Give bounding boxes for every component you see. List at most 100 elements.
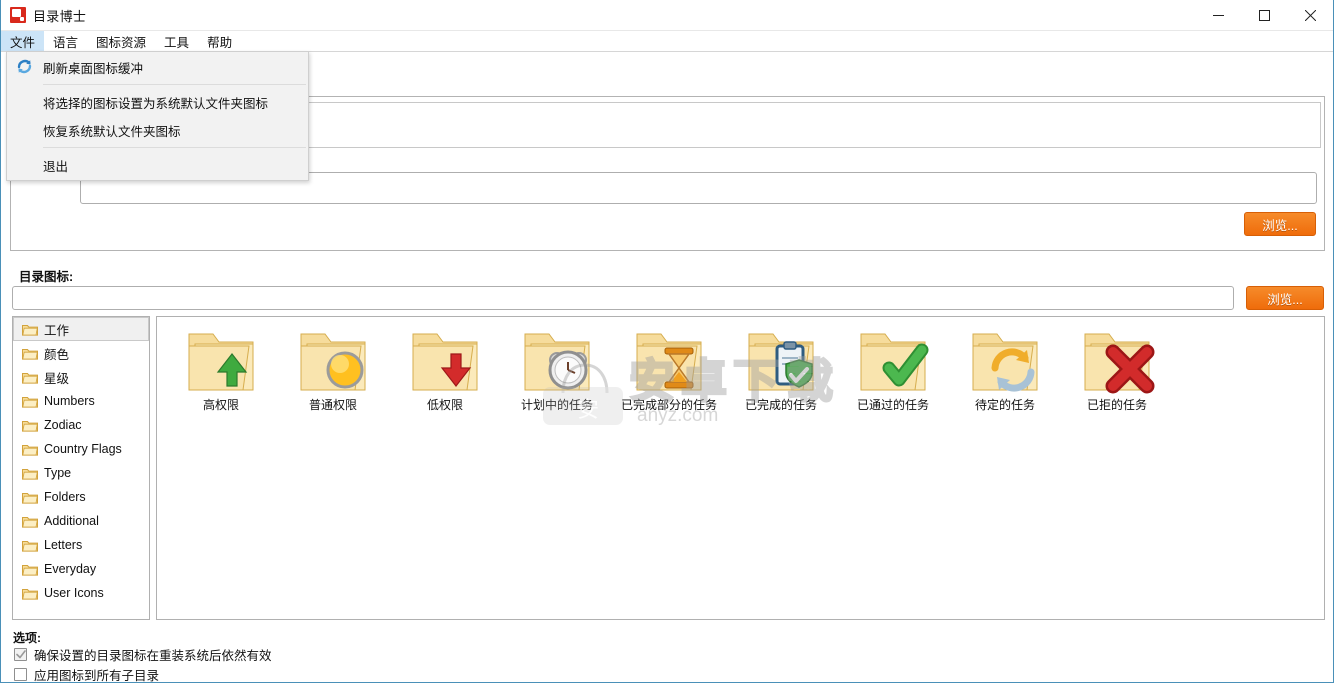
folder-red-down-arrow-icon [412,333,478,391]
menu-item-file[interactable]: 文件 [1,31,45,51]
menu-item-icon-resources[interactable]: 图标资源 [87,31,155,51]
sidebar-item-label: Type [44,466,72,480]
sidebar-item-star-rating[interactable]: 星级 [13,365,149,389]
icon-grid-label: 已拒的任务 [1086,398,1147,412]
folder-icon [22,588,38,600]
folder-hourglass-icon [636,333,702,391]
window-title: 目录博士 [33,8,87,24]
sidebar-item-label: Zodiac [44,418,82,432]
icon-grid-label: 低权限 [426,398,463,412]
sidebar-item-user-icons[interactable]: User Icons [13,581,149,605]
icon-grid-item[interactable]: 已拒的任务 [1061,321,1173,413]
folder-icon [22,516,38,528]
icon-grid-label: 已完成的任务 [744,398,817,412]
folder-red-cross-icon [1084,333,1155,394]
menu-option-exit[interactable]: 退出 [7,151,308,179]
folder-icon [22,468,38,480]
icon-grid-item[interactable]: 低权限 [389,321,501,413]
sidebar-item-folders[interactable]: Folders [13,485,149,509]
title-bar: 目录博士 [1,0,1333,31]
sidebar-item-label: User Icons [44,586,104,600]
menu-separator [43,84,306,85]
menu-option-refresh-icon-cache[interactable]: 刷新桌面图标缓冲 [7,53,308,81]
sidebar-item-label: 星级 [44,371,70,386]
sidebar-item-color[interactable]: 颜色 [13,341,149,365]
folder-icon [22,348,38,360]
folder-alarm-clock-icon [524,333,590,391]
check-icon [15,650,26,659]
sidebar-item-type[interactable]: Type [13,461,149,485]
icon-path-input[interactable] [12,286,1234,310]
folder-green-up-arrow-icon [188,333,254,391]
checkbox-subfolders[interactable] [14,668,27,681]
menu-item-language[interactable]: 语言 [44,31,87,51]
sidebar-item-work[interactable]: 工作 [13,317,149,341]
category-list[interactable]: 工作 颜色 星级 Numbers Zodiac Country Flags Ty… [12,316,150,620]
directory-icon-label: 目录图标: [19,270,74,284]
close-icon[interactable] [1287,0,1333,31]
icon-grid-item[interactable]: 已完成的任务 [725,321,837,413]
folder-green-check-icon [860,333,929,391]
window-controls [1195,0,1333,31]
application-window: 目录博士 文件 语言 图标资源 工具 帮助 浏览... 目录图标: 浏览... … [0,0,1334,683]
icon-grid-label: 待定的任务 [974,398,1035,412]
browse-icon-button[interactable]: 浏览... [1246,286,1324,310]
icon-grid-panel[interactable]: 高权限 普通权限 低权限 计划中的任务 已完成部分的任务 已完成的任务 已通过的… [156,316,1325,620]
folder-icon [22,444,38,456]
folder-icon [22,540,38,552]
folder-icon [22,396,38,408]
icon-grid-label: 普通权限 [308,398,357,412]
options-label: 选项: [13,631,41,645]
browse-folder-button[interactable]: 浏览... [1244,212,1316,236]
icon-grid-label: 已完成部分的任务 [620,398,717,412]
icon-grid-item[interactable]: 计划中的任务 [501,321,613,413]
option-subfolders-row[interactable]: 应用图标到所有子目录 [14,665,159,683]
menu-option-label: 刷新桌面图标缓冲 [43,61,144,76]
icon-grid-label: 高权限 [202,398,239,412]
sidebar-item-label: Everyday [44,562,97,576]
icon-grid-label: 已通过的任务 [856,398,929,412]
folder-icon [22,564,38,576]
sidebar-item-label: Country Flags [44,442,122,456]
sidebar-item-country-flags[interactable]: Country Flags [13,437,149,461]
folder-icon [22,372,38,384]
menu-option-restore-system-default[interactable]: 恢复系统默认文件夹图标 [7,116,308,144]
folder-clipboard-shield-icon [748,333,814,391]
menu-option-label: 恢复系统默认文件夹图标 [43,124,181,139]
folder-refresh-arrows-icon [972,333,1038,392]
sidebar-item-label: Letters [44,538,83,552]
icon-grid-item[interactable]: 待定的任务 [949,321,1061,413]
option-persist-label: 确保设置的目录图标在重装系统后依然有效 [34,649,272,663]
app-logo-icon [10,7,26,23]
menu-bar: 文件 语言 图标资源 工具 帮助 [1,31,1333,52]
icon-grid-item[interactable]: 已完成部分的任务 [613,321,725,413]
menu-option-set-as-system-default[interactable]: 将选择的图标设置为系统默认文件夹图标 [7,88,308,116]
folder-icon [22,492,38,504]
menu-option-label: 退出 [43,159,69,174]
sidebar-item-label: Folders [44,490,86,504]
icon-grid-item[interactable]: 普通权限 [277,321,389,413]
maximize-icon[interactable] [1241,0,1287,31]
minimize-icon[interactable] [1195,0,1241,31]
folder-icon [22,420,38,432]
sidebar-item-letters[interactable]: Letters [13,533,149,557]
file-menu-dropdown[interactable]: 刷新桌面图标缓冲 将选择的图标设置为系统默认文件夹图标 恢复系统默认文件夹图标 … [6,51,309,181]
menu-option-label: 将选择的图标设置为系统默认文件夹图标 [43,96,269,111]
menu-item-help[interactable]: 帮助 [198,31,241,51]
sidebar-item-label: 工作 [44,323,70,338]
sidebar-item-additional[interactable]: Additional [13,509,149,533]
menu-item-tools[interactable]: 工具 [155,31,198,51]
icon-grid-item[interactable]: 已通过的任务 [837,321,949,413]
folder-icon [22,324,38,336]
sidebar-item-label: Numbers [44,394,95,408]
sidebar-item-zodiac[interactable]: Zodiac [13,413,149,437]
option-subfolders-label: 应用图标到所有子目录 [34,669,160,683]
option-persist-row[interactable]: 确保设置的目录图标在重装系统后依然有效 [14,645,272,664]
sidebar-item-everyday[interactable]: Everyday [13,557,149,581]
refresh-icon [17,59,32,74]
menu-separator [43,147,306,148]
icon-grid-item[interactable]: 高权限 [165,321,277,413]
icon-grid: 高权限 普通权限 低权限 计划中的任务 已完成部分的任务 已完成的任务 已通过的… [157,317,1324,413]
sidebar-item-numbers[interactable]: Numbers [13,389,149,413]
checkbox-persist[interactable] [14,648,27,661]
